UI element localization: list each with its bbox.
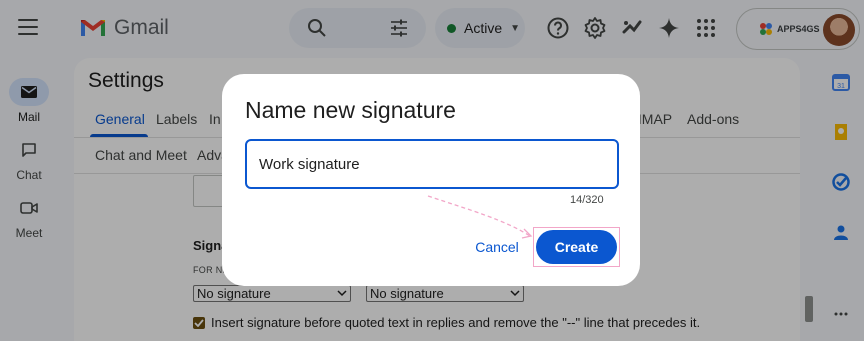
name-signature-dialog: Name new signature 14/320 Cancel Create: [222, 74, 640, 286]
create-button[interactable]: Create: [536, 230, 617, 264]
cancel-button[interactable]: Cancel: [465, 232, 529, 262]
dialog-title: Name new signature: [245, 97, 456, 123]
character-count: 14/320: [570, 194, 604, 206]
signature-name-input[interactable]: [245, 139, 619, 189]
